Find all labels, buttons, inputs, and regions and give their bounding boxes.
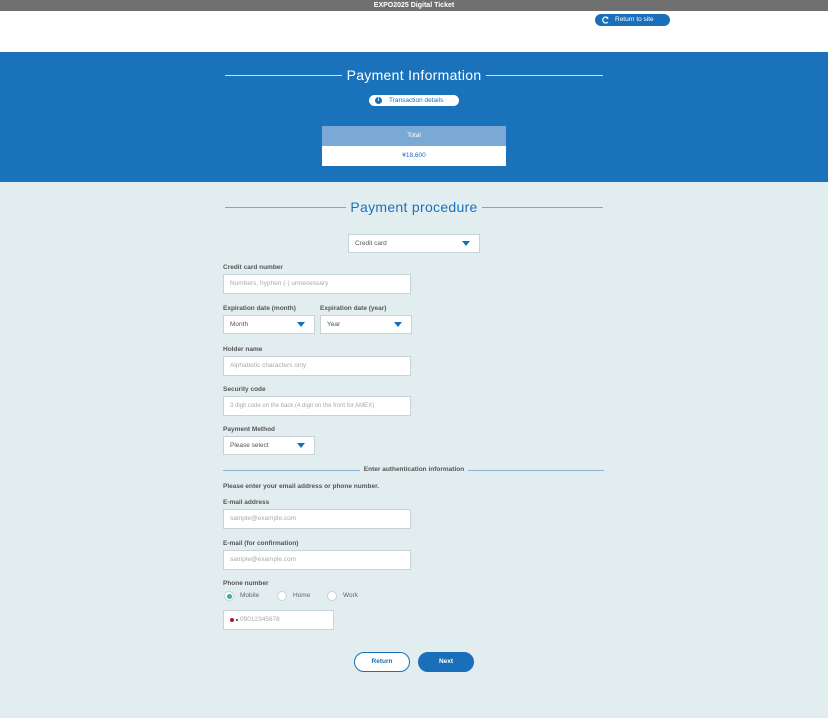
app-title: EXPO2025 Digital Ticket: [373, 2, 455, 9]
japan-flag-icon[interactable]: [230, 618, 234, 622]
exp-year-select[interactable]: Year: [320, 315, 412, 334]
radio-circle: [224, 591, 234, 601]
radio-home[interactable]: Home: [277, 591, 310, 601]
dropdown-arrow-icon: [297, 443, 305, 448]
header: Return to site: [0, 11, 828, 52]
payment-type-value: Credit card: [355, 240, 387, 247]
payment-type-select[interactable]: Credit card: [348, 234, 480, 253]
security-code-input[interactable]: 3 digit code on the back (4 digit on the…: [223, 396, 411, 416]
dropdown-arrow-icon: [394, 322, 402, 327]
exp-year-value: Year: [327, 321, 341, 328]
email-label: E-mail address: [223, 499, 270, 506]
return-button[interactable]: Return: [354, 652, 410, 672]
return-arrow-icon: [602, 16, 609, 24]
phone-label: Phone number: [223, 580, 269, 587]
payment-method-value: Please select: [230, 442, 269, 449]
dropdown-arrow-icon: [297, 322, 305, 327]
exp-month-value: Month: [230, 321, 249, 328]
holder-name-input[interactable]: Alphabetic characters only: [223, 356, 411, 376]
radio-work-label: Work: [343, 592, 359, 599]
auth-divider-label: Enter authentication information: [359, 466, 469, 473]
radio-mobile[interactable]: Mobile: [224, 591, 259, 601]
country-dropdown-icon: [236, 619, 238, 621]
security-code-label: Security code: [223, 386, 266, 393]
phone-placeholder: 09012345678: [240, 616, 280, 623]
transaction-details-label: Transaction details: [389, 97, 444, 104]
total-box: Total ¥18,600: [322, 126, 506, 166]
transaction-details-button[interactable]: i Transaction details: [369, 95, 459, 106]
auth-instruction: Please enter your email address or phone…: [223, 483, 380, 490]
email-confirm-input[interactable]: sample@example.com: [223, 550, 411, 570]
radio-mobile-label: Mobile: [240, 592, 260, 599]
exp-month-label: Expiration date (month): [223, 305, 296, 312]
radio-home-label: Home: [293, 592, 311, 599]
return-to-site-button[interactable]: Return to site: [595, 14, 670, 26]
radio-circle: [327, 591, 337, 601]
exp-year-label: Expiration date (year): [320, 305, 387, 312]
payment-method-label: Payment Method: [223, 426, 276, 433]
payment-procedure-section: Payment procedure Credit card Credit car…: [0, 182, 828, 718]
dropdown-arrow-icon: [462, 241, 470, 246]
app-title-bar: EXPO2025 Digital Ticket: [0, 0, 828, 11]
total-label: Total: [322, 126, 506, 146]
auth-divider-text: Enter authentication information: [0, 466, 828, 473]
return-to-site-label: Return to site: [615, 16, 654, 23]
radio-work[interactable]: Work: [327, 591, 358, 601]
payment-information-section: Payment Information i Transaction detail…: [0, 52, 828, 182]
exp-month-select[interactable]: Month: [223, 315, 315, 334]
payment-procedure-title: Payment procedure: [350, 199, 478, 215]
info-icon: i: [375, 97, 382, 104]
total-value: ¥18,600: [402, 152, 426, 159]
card-number-input[interactable]: Numbers, hyphen (-) unnecessary: [223, 274, 411, 294]
next-button[interactable]: Next: [418, 652, 474, 672]
radio-circle: [277, 591, 287, 601]
phone-input[interactable]: 09012345678: [223, 610, 334, 630]
card-number-label: Credit card number: [223, 264, 283, 271]
email-input[interactable]: sample@example.com: [223, 509, 411, 529]
email-confirm-label: E-mail (for confirmation): [223, 540, 299, 547]
payment-information-title: Payment Information: [346, 67, 482, 83]
payment-method-select[interactable]: Please select: [223, 436, 315, 455]
holder-name-label: Holder name: [223, 346, 263, 353]
